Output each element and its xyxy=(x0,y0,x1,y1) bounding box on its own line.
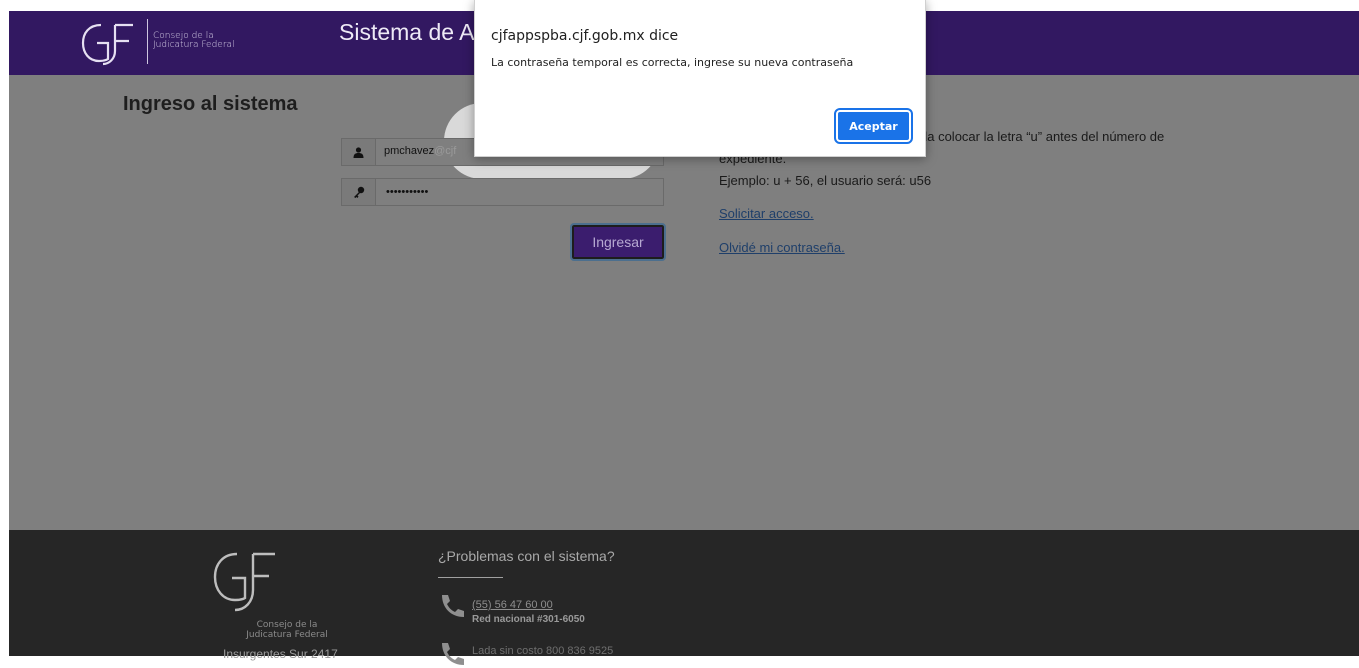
logo-divider xyxy=(147,19,148,64)
logo-text-line2: Judicatura Federal xyxy=(153,40,235,50)
footer-logo-line2: Judicatura Federal xyxy=(246,630,328,640)
password-value: ••••••••••• xyxy=(386,186,429,198)
phone-icon xyxy=(442,643,464,665)
footer-logo-line1: Consejo de la xyxy=(256,620,318,630)
key-icon xyxy=(342,179,376,205)
help-heading: ¿Problemas con el sistema? xyxy=(438,548,615,564)
phone-link[interactable]: (55) 56 47 60 00 xyxy=(472,599,553,611)
login-heading: Ingreso al sistema xyxy=(123,93,298,115)
request-access-link[interactable]: Solicitar acceso. xyxy=(719,206,814,221)
help-heading-rule xyxy=(438,577,503,578)
forgot-password-link[interactable]: Olvidé mi contraseña. xyxy=(719,240,845,255)
dialog-ok-button[interactable]: Aceptar xyxy=(834,108,913,144)
footer-cjf-logo-icon xyxy=(213,552,275,612)
username-value: pmchavez@cjf xyxy=(384,145,457,157)
footer-address: Insurgentes Sur 2417 xyxy=(223,647,338,661)
network-extension: Red nacional #301-6050 xyxy=(472,614,585,625)
logo-text: Consejo de la Judicatura Federal xyxy=(153,32,235,50)
login-submit-button[interactable]: Ingresar xyxy=(570,223,666,261)
phone-icon xyxy=(442,595,464,617)
footer-logo-text: Consejo de la Judicatura Federal xyxy=(227,620,347,640)
password-field[interactable]: ••••••••••• xyxy=(341,178,664,206)
toll-free-number: Lada sin costo 800 836 9525 xyxy=(472,645,614,657)
dialog-title: cjfappspba.cjf.gob.mx dice xyxy=(491,28,679,44)
cjf-logo-icon xyxy=(81,23,133,66)
info-text-example: Ejemplo: u + 56, el usuario será: u56 xyxy=(719,173,932,188)
user-icon xyxy=(342,139,376,165)
site-footer: Consejo de la Judicatura Federal Insurge… xyxy=(9,530,1359,665)
dialog-message: La contraseña temporal es correcta, ingr… xyxy=(491,56,854,69)
info-text-line1: da colocar la letra “u” antes del número… xyxy=(920,129,1165,144)
system-title: Sistema de A xyxy=(339,19,475,45)
alert-dialog: cjfappspba.cjf.gob.mx dice La contraseña… xyxy=(474,0,926,157)
